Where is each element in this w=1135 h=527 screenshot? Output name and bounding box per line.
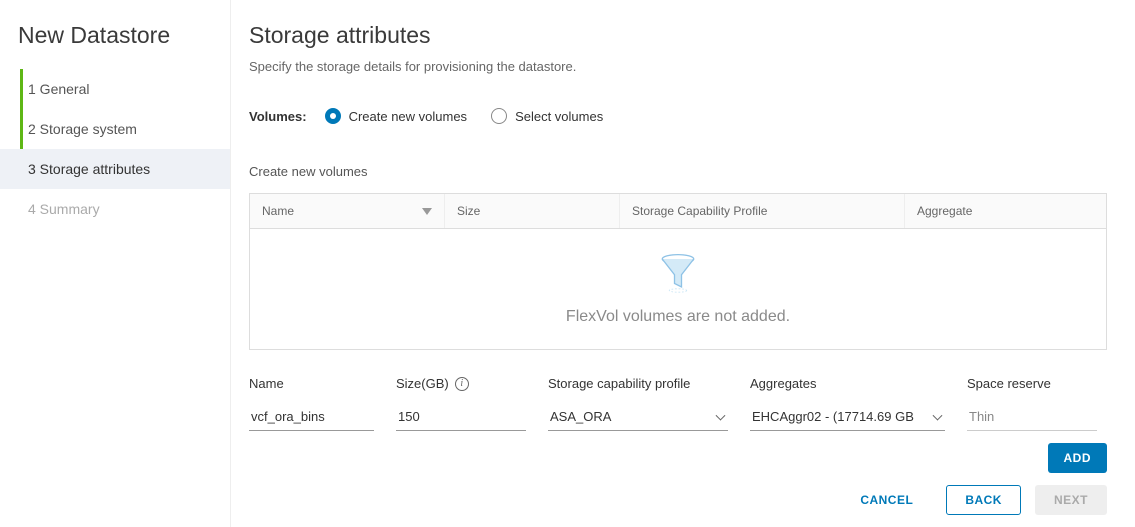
step-summary: 4 Summary — [0, 189, 230, 229]
th-size[interactable]: Size — [445, 194, 620, 228]
page-subtitle: Specify the storage details for provisio… — [249, 59, 1107, 74]
page-title: Storage attributes — [249, 22, 1107, 49]
filter-icon[interactable] — [422, 208, 432, 215]
select-profile[interactable]: ASA_ORA — [548, 403, 728, 431]
info-icon[interactable]: i — [455, 377, 469, 391]
wizard-footer: CANCEL BACK NEXT — [841, 485, 1107, 515]
empty-state-text: FlexVol volumes are not added. — [566, 308, 790, 326]
select-aggregates[interactable]: EHCAggr02 - (17714.69 GB — [750, 403, 945, 431]
input-name[interactable] — [249, 403, 374, 431]
table-body-empty: FlexVol volumes are not added. — [250, 229, 1106, 349]
radio-create-new-volumes[interactable]: Create new volumes — [325, 108, 468, 124]
create-new-volumes-label: Create new volumes — [249, 164, 1107, 179]
label-aggregates: Aggregates — [750, 376, 945, 391]
input-reserve — [967, 403, 1097, 431]
th-aggregate[interactable]: Aggregate — [905, 194, 1106, 228]
volumes-radio-group: Create new volumes Select volumes — [325, 108, 604, 124]
radio-icon — [491, 108, 507, 124]
funnel-icon — [657, 252, 699, 294]
next-button: NEXT — [1035, 485, 1107, 515]
cancel-button[interactable]: CANCEL — [841, 485, 932, 515]
volumes-label: Volumes: — [249, 109, 307, 124]
back-button[interactable]: BACK — [946, 485, 1021, 515]
table-header: Name Size Storage Capability Profile Agg… — [250, 194, 1106, 229]
th-name[interactable]: Name — [250, 194, 445, 228]
step-storage-system[interactable]: 2 Storage system — [0, 109, 230, 149]
label-profile: Storage capability profile — [548, 376, 728, 391]
radio-select-volumes[interactable]: Select volumes — [491, 108, 603, 124]
input-size[interactable] — [396, 403, 526, 431]
label-size: Size(GB) i — [396, 376, 526, 391]
label-name: Name — [249, 376, 374, 391]
step-general[interactable]: 1 General — [0, 69, 230, 109]
step-list: 1 General 2 Storage system 3 Storage att… — [0, 69, 230, 229]
th-profile[interactable]: Storage Capability Profile — [620, 194, 905, 228]
label-reserve: Space reserve — [967, 376, 1097, 391]
volumes-table: Name Size Storage Capability Profile Agg… — [249, 193, 1107, 350]
main-panel: Storage attributes Specify the storage d… — [231, 0, 1135, 527]
volume-form: Name Size(GB) i Storage capability profi… — [249, 376, 1107, 431]
radio-icon — [325, 108, 341, 124]
step-storage-attributes[interactable]: 3 Storage attributes — [0, 149, 230, 189]
wizard-title: New Datastore — [0, 18, 230, 69]
wizard-sidebar: New Datastore 1 General 2 Storage system… — [0, 0, 231, 527]
add-button[interactable]: ADD — [1048, 443, 1108, 473]
volumes-row: Volumes: Create new volumes Select volum… — [249, 108, 1107, 124]
